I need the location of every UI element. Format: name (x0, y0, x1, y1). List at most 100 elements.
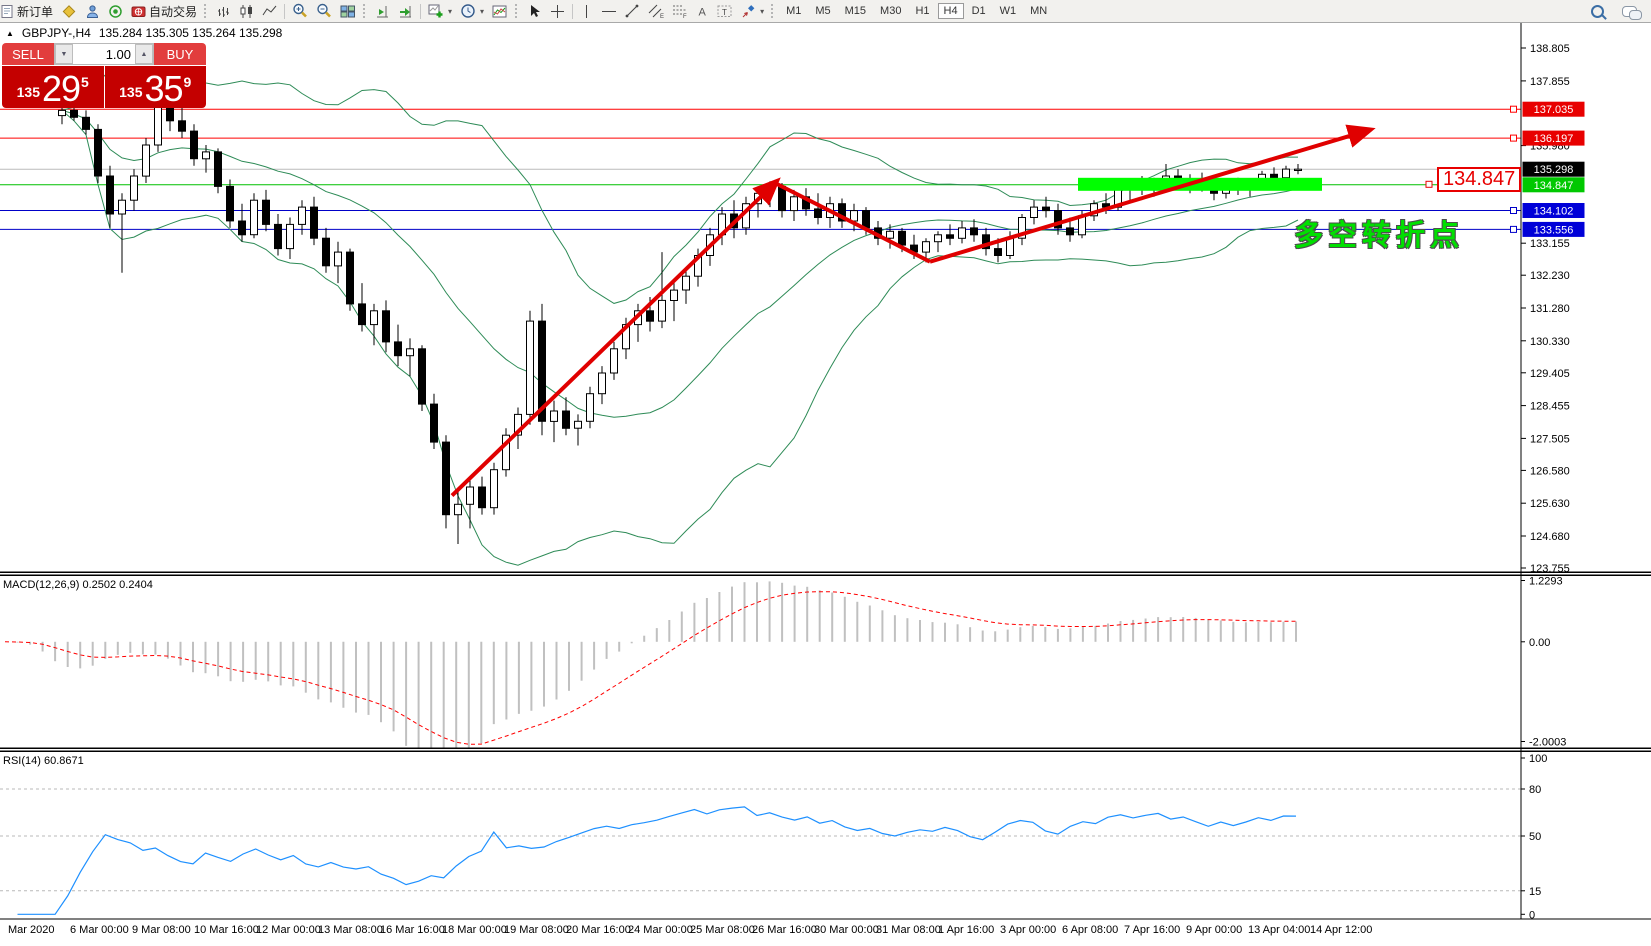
timeframe-bar: M1M5M15M30H1H4D1W1MN (779, 3, 1054, 19)
toolbar-grip (771, 4, 776, 18)
fibonacci-button[interactable]: F (668, 1, 692, 21)
buy-price-display[interactable]: 135 35 9 (105, 66, 207, 108)
zoom-out-button[interactable] (312, 1, 336, 21)
chart-shift-button[interactable] (371, 1, 394, 21)
svg-text:25 Mar 08:00: 25 Mar 08:00 (690, 924, 755, 936)
toolbar-right (1587, 1, 1651, 21)
sell-button[interactable]: SELL (2, 43, 54, 65)
tf-h4-button[interactable]: H4 (938, 3, 964, 19)
channel-icon: E (648, 3, 664, 19)
callout-anchor (1426, 181, 1432, 187)
svg-text:133.556: 133.556 (1534, 224, 1574, 236)
trendline-button[interactable] (621, 1, 644, 21)
svg-text:137.035: 137.035 (1534, 104, 1574, 116)
new-chart-button[interactable]: ▾ (424, 1, 456, 21)
vertical-line-icon (580, 4, 593, 19)
svg-text:136.197: 136.197 (1534, 133, 1574, 145)
time-axis[interactable]: Mar 20206 Mar 00:009 Mar 08:0010 Mar 16:… (8, 924, 1372, 936)
autotrading-icon (131, 4, 146, 19)
deposit-button[interactable] (57, 1, 81, 21)
volume-down-button[interactable]: ▼ (55, 44, 73, 64)
search-button[interactable] (1587, 1, 1608, 21)
text-label-button[interactable]: T (713, 1, 737, 21)
svg-text:19 Mar 08:00: 19 Mar 08:00 (504, 924, 569, 936)
bar-chart-button[interactable] (212, 1, 235, 21)
tf-m30-button[interactable]: M30 (874, 3, 907, 19)
crosshair-button[interactable] (546, 1, 569, 21)
candlestick-chart-button[interactable] (235, 1, 258, 21)
svg-text:100: 100 (1529, 753, 1547, 765)
chart-shift-icon (375, 4, 390, 19)
svg-text:20 Mar 16:00: 20 Mar 16:00 (566, 924, 631, 936)
horizontal-line-button[interactable] (597, 1, 621, 21)
tf-m15-button[interactable]: M15 (839, 3, 872, 19)
svg-text:12 Mar 00:00: 12 Mar 00:00 (256, 924, 321, 936)
svg-text:T: T (722, 8, 727, 17)
svg-text:3 Apr 00:00: 3 Apr 00:00 (1000, 924, 1056, 936)
timeframes-menu-button[interactable]: ▾ (456, 1, 488, 21)
arrows-icon (741, 4, 756, 19)
svg-text:129.405: 129.405 (1530, 368, 1570, 380)
tf-m5-button[interactable]: M5 (809, 3, 836, 19)
svg-text:80: 80 (1529, 784, 1541, 796)
text-icon: A (696, 4, 709, 19)
chart-canvas[interactable]: 138.805137.855135.980133.155132.230131.2… (0, 22, 1651, 946)
zoom-in-button[interactable] (288, 1, 312, 21)
rsi-axis[interactable]: 1008050150 (1521, 753, 1547, 921)
svg-text:0: 0 (1529, 909, 1535, 921)
spin-down-icon: ▼ (61, 51, 68, 58)
text-button[interactable]: A (692, 1, 713, 21)
auto-scroll-button[interactable] (394, 1, 417, 21)
volume-up-button[interactable]: ▲ (135, 44, 153, 64)
new-order-button[interactable]: 新订单 (0, 1, 57, 21)
profile-icon (85, 4, 100, 19)
volume-stepper: ▼ ▲ (54, 43, 154, 65)
svg-text:124.680: 124.680 (1530, 531, 1570, 543)
svg-text:6 Apr 08:00: 6 Apr 08:00 (1062, 924, 1118, 936)
vertical-line-button[interactable] (576, 1, 597, 21)
macd-axis[interactable]: 1.22930.00-2.0003 (1521, 576, 1566, 749)
tf-mn-button[interactable]: MN (1024, 3, 1053, 19)
chart-window[interactable]: 138.805137.855135.980133.155132.230131.2… (0, 22, 1651, 946)
indicators-icon (492, 4, 508, 19)
signals-icon (108, 4, 123, 19)
chevron-down-icon: ▾ (448, 7, 452, 16)
svg-text:13 Apr 04:00: 13 Apr 04:00 (1248, 924, 1310, 936)
cursor-button[interactable] (523, 1, 546, 21)
sell-price-display[interactable]: 135 29 5 (2, 66, 104, 108)
signals-button[interactable] (104, 1, 127, 21)
candlestick-icon (239, 4, 254, 19)
toolbar-grip (363, 4, 368, 18)
pane-divider[interactable] (0, 748, 1651, 750)
pane-divider[interactable] (0, 751, 1651, 753)
line-chart-button[interactable] (258, 1, 281, 21)
svg-text:0.00: 0.00 (1529, 637, 1550, 649)
trendline-icon (625, 4, 640, 19)
svg-text:15: 15 (1529, 886, 1541, 898)
one-click-trade-panel: SELL ▼ ▲ BUY 135 29 5 135 35 9 (2, 43, 206, 108)
volume-input[interactable] (73, 44, 135, 64)
tile-windows-button[interactable] (336, 1, 360, 21)
turning-point-annotation[interactable]: 多空转折点 (1294, 212, 1464, 254)
trend-arrow-2[interactable] (775, 183, 930, 262)
buy-button[interactable]: BUY (154, 43, 206, 65)
svg-text:10 Mar 16:00: 10 Mar 16:00 (194, 924, 259, 936)
price-axis[interactable]: 138.805137.855135.980133.155132.230131.2… (1511, 43, 1585, 575)
svg-text:138.805: 138.805 (1530, 43, 1570, 55)
pane-divider[interactable] (0, 572, 1651, 574)
tf-d1-button[interactable]: D1 (966, 3, 992, 19)
new-chart-icon (428, 3, 444, 19)
pane-divider[interactable] (0, 575, 1651, 577)
arrows-button[interactable]: ▾ (737, 1, 768, 21)
tf-h1-button[interactable]: H1 (909, 3, 935, 19)
chat-button[interactable] (1618, 1, 1641, 21)
fibonacci-icon: F (672, 3, 688, 19)
indicators-button[interactable] (488, 1, 512, 21)
community-button[interactable] (81, 1, 104, 21)
tf-w1-button[interactable]: W1 (994, 3, 1023, 19)
tf-m1-button[interactable]: M1 (780, 3, 807, 19)
price-callout-box[interactable]: 134.847 (1437, 167, 1521, 192)
channel-button[interactable]: E (644, 1, 668, 21)
autotrading-button[interactable]: 自动交易 (127, 1, 201, 21)
toolbar-grip (204, 4, 209, 18)
